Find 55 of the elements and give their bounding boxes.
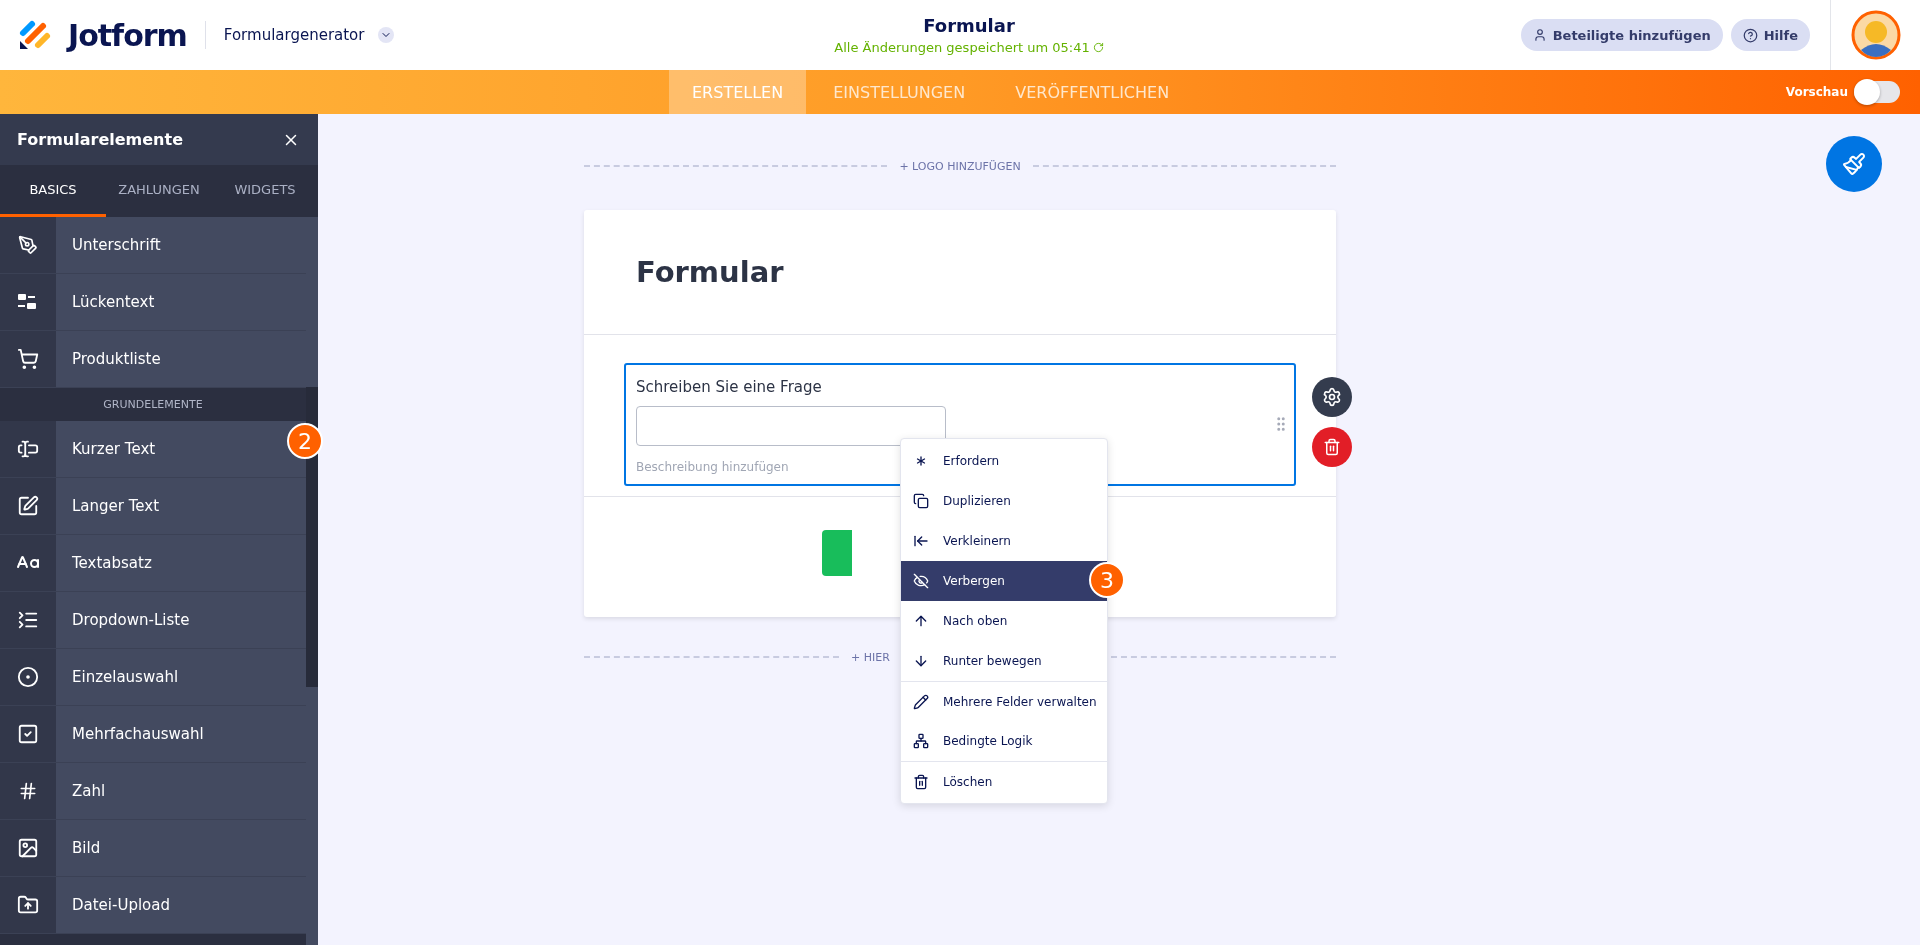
form-heading: Formular xyxy=(636,255,784,289)
user-icon xyxy=(1532,28,1547,42)
logo-text: Jotform xyxy=(68,17,187,53)
hierarchy-icon xyxy=(913,733,929,749)
menu-item[interactable]: Runter bewegen xyxy=(901,641,1107,681)
number-icon xyxy=(18,781,38,801)
chevron-down-icon[interactable] xyxy=(378,27,395,43)
paintbrush-icon xyxy=(1842,152,1866,176)
preview-toggle[interactable] xyxy=(1854,81,1900,103)
menu-item[interactable]: Verkleinern xyxy=(901,521,1107,561)
add-logo-link[interactable]: + LOGO HINZUFÜGEN xyxy=(899,159,1021,173)
add-participants-button[interactable]: Beteiligte hinzufügen xyxy=(1520,19,1723,51)
form-title: Formular xyxy=(923,15,1015,36)
delete-button[interactable] xyxy=(1312,427,1352,467)
menu-item[interactable]: Duplizieren xyxy=(901,481,1107,521)
avatar-icon[interactable] xyxy=(1850,10,1901,60)
sidebar-title: Formularelemente xyxy=(17,130,183,149)
product-name[interactable]: Formulargenerator xyxy=(223,26,365,44)
pen-icon xyxy=(18,235,38,255)
preview-label: Vorschau xyxy=(1785,85,1848,99)
text-box-icon xyxy=(17,495,39,517)
gear-icon xyxy=(1322,387,1342,407)
shrink-icon xyxy=(913,533,929,549)
text-input-icon xyxy=(17,438,39,460)
answer-input[interactable] xyxy=(636,406,946,446)
copy-icon xyxy=(913,493,929,509)
checkbox-icon xyxy=(17,723,39,745)
designer-button[interactable] xyxy=(1826,136,1882,192)
move-up-icon xyxy=(913,613,929,629)
save-status: Alle Änderungen gespeichert um 05:41 xyxy=(834,40,1104,55)
image-icon xyxy=(17,837,39,859)
menu-item[interactable]: Bedingte Logik xyxy=(901,721,1107,761)
radio-icon xyxy=(17,666,39,688)
trash-icon xyxy=(913,773,929,790)
sidebar-tab[interactable]: WIDGETS xyxy=(212,165,318,217)
menu-item[interactable]: Nach oben xyxy=(901,601,1107,641)
pencil-icon xyxy=(913,693,929,710)
eye-off-icon xyxy=(913,573,929,589)
help-icon xyxy=(1742,27,1758,43)
trash-icon xyxy=(1323,438,1341,456)
dropdown-icon xyxy=(17,609,39,631)
help-button[interactable]: Hilfe xyxy=(1730,19,1810,51)
cart-icon xyxy=(17,348,39,370)
fill-in-blank-icon xyxy=(17,293,39,311)
question-label: Schreiben Sie eine Frage xyxy=(636,378,823,396)
settings-button[interactable] xyxy=(1312,377,1352,417)
menu-item[interactable]: Löschen xyxy=(901,761,1107,801)
menu-item[interactable]: Mehrere Felder verwalten xyxy=(901,681,1107,721)
folder-upload-icon xyxy=(17,894,39,916)
sidebar-tab[interactable]: ZAHLUNGEN xyxy=(106,165,212,217)
add-page-link[interactable]: + HIER xyxy=(851,650,890,664)
menu-item[interactable]: Erfordern xyxy=(901,441,1107,481)
description-text: Beschreibung hinzufügen xyxy=(636,460,789,474)
refresh-icon[interactable] xyxy=(1092,42,1104,53)
move-down-icon xyxy=(913,653,929,669)
